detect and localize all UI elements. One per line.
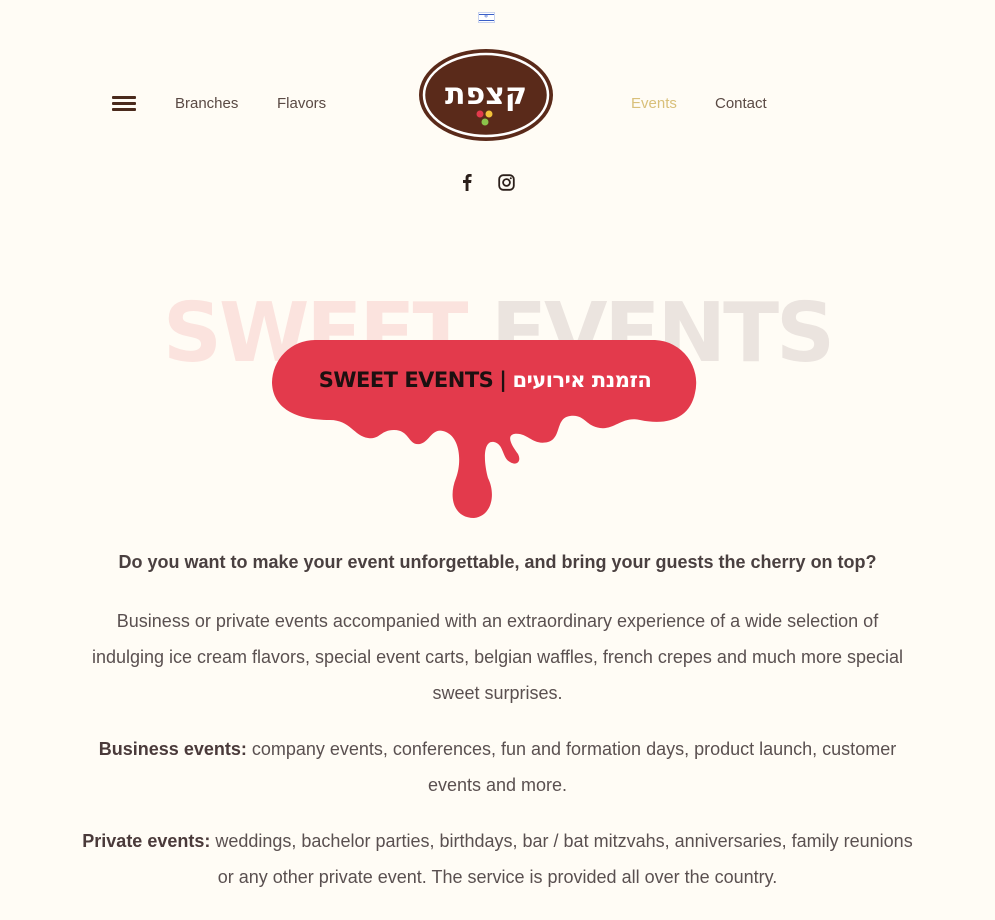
banner-title-en: SWEET EVENTS (318, 368, 494, 392)
facebook-icon[interactable] (457, 172, 477, 192)
nav-contact[interactable]: Contact (715, 95, 767, 112)
private-events-paragraph: Private events: weddings, bachelor parti… (80, 823, 915, 895)
logo-text: קצפת (445, 77, 527, 112)
business-events-paragraph: Business events: company events, confere… (80, 731, 915, 803)
intro-paragraph: Business or private events accompanied w… (91, 611, 904, 703)
brand-logo[interactable]: קצפת (418, 48, 554, 142)
business-events-text: company events, conferences, fun and for… (246, 739, 897, 795)
hamburger-menu-icon[interactable] (112, 96, 136, 112)
banner-title-he: הזמנת אירועים (512, 368, 652, 392)
banner-separator: | (499, 368, 507, 392)
banner-title: SWEET EVENTS | הזמנת אירועים (272, 365, 698, 395)
intro-question: Do you want to make your event unforgett… (118, 552, 877, 572)
business-events-label: Business events: (98, 739, 247, 759)
israel-flag-icon[interactable]: ✡ (478, 12, 495, 23)
nav-branches[interactable]: Branches (175, 95, 238, 112)
private-events-label: Private events: (82, 831, 211, 851)
nav-flavors[interactable]: Flavors (277, 95, 326, 112)
nav-events[interactable]: Events (631, 95, 677, 112)
instagram-icon[interactable] (496, 172, 516, 192)
private-events-text: weddings, bachelor parties, birthdays, b… (210, 831, 913, 887)
